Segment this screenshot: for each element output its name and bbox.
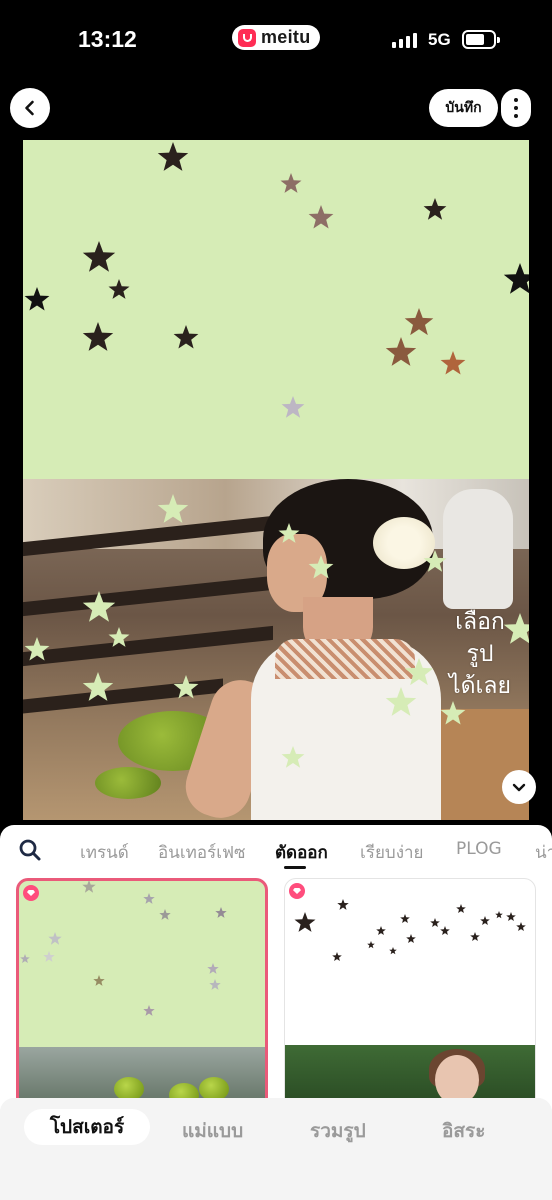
card2-star-9: [440, 926, 450, 935]
collapse-panel-button[interactable]: [502, 770, 536, 804]
back-button[interactable]: [10, 88, 50, 128]
card1-star-7: [207, 963, 219, 974]
vertical-dots-icon: [514, 98, 518, 102]
tab-plog[interactable]: PLOG: [456, 839, 502, 859]
card1-star-0: [82, 881, 96, 893]
card2-star-7: [376, 926, 386, 935]
signal-icon: [392, 32, 417, 48]
card2-star-6: [506, 912, 516, 921]
vip-badge-icon: [289, 883, 305, 899]
tab-cutout[interactable]: ตัดออก: [275, 839, 328, 866]
poster-canvas[interactable]: เลือก รูป ได้เลย: [23, 140, 529, 820]
network-type: 5G: [428, 30, 451, 49]
more-options-button[interactable]: [501, 89, 531, 127]
template-card-selected[interactable]: [16, 878, 268, 1118]
app-name: meitu: [261, 27, 311, 47]
tab-more[interactable]: น่า: [535, 839, 552, 866]
nav-template[interactable]: แม่แบบ: [182, 1116, 243, 1146]
card2-star-3: [430, 918, 440, 927]
card2-star-10: [470, 932, 480, 941]
card1-star-2: [159, 909, 171, 920]
handwritten-caption: เลือก รูป ได้เลย: [435, 606, 525, 702]
nav-poster[interactable]: โปสเตอร์: [24, 1109, 150, 1145]
card2-star-2: [400, 914, 410, 923]
app-indicator-pill: meitu: [232, 25, 320, 50]
poster-background: [23, 140, 529, 479]
card2-star-12: [367, 941, 375, 949]
card2-star-11: [516, 922, 526, 931]
card1-star-4: [48, 932, 62, 945]
card1-star-6: [93, 975, 105, 986]
caption-line-3: ได้เลย: [449, 673, 511, 699]
card1-star-9: [143, 1005, 155, 1016]
caption-line-1: เลือก: [455, 609, 505, 635]
card2-star-8: [406, 934, 416, 943]
tab-simple[interactable]: เรียบง่าย: [360, 839, 424, 866]
card2-star-0: [337, 899, 349, 910]
card1-star-5: [43, 951, 55, 962]
tab-trend[interactable]: เทรนด์: [80, 839, 129, 866]
card2-star-4: [456, 904, 466, 913]
active-tab-indicator: [284, 866, 306, 869]
status-bar: 13:12 meitu 5G: [0, 0, 552, 80]
save-button[interactable]: บันทึก: [429, 89, 498, 127]
chevron-left-icon: [25, 100, 34, 116]
nav-collage[interactable]: รวมรูป: [310, 1116, 366, 1146]
template-card[interactable]: [284, 878, 536, 1118]
status-time: 13:12: [78, 26, 137, 52]
caption-line-2: รูป: [466, 641, 494, 667]
card-star-pattern: [20, 881, 227, 1016]
card1-star-3: [215, 907, 227, 918]
card1-star-1: [143, 893, 155, 904]
card1-star-8: [209, 979, 221, 990]
battery-icon: [462, 30, 500, 49]
template-tab-bar: เทรนด์ อินเทอร์เฟซ ตัดออก เรียบง่าย PLOG…: [0, 825, 552, 875]
card2-star-14: [389, 947, 397, 955]
card2-star-15: [495, 911, 503, 919]
tab-interface[interactable]: อินเทอร์เฟซ: [158, 839, 246, 866]
card2-star-1: [294, 912, 316, 932]
card2-star-13: [332, 952, 342, 961]
nav-freestyle[interactable]: อิสระ: [442, 1116, 485, 1146]
chevron-down-icon: [512, 783, 526, 792]
vip-badge-icon: [23, 885, 39, 901]
meitu-logo-icon: [238, 28, 256, 47]
search-icon[interactable]: [18, 838, 42, 862]
card1-star-10: [20, 954, 30, 963]
card2-star-5: [480, 916, 490, 925]
card-star-pattern: [294, 899, 526, 961]
bottom-mode-bar: โปสเตอร์ แม่แบบ รวมรูป อิสระ: [0, 1098, 552, 1200]
